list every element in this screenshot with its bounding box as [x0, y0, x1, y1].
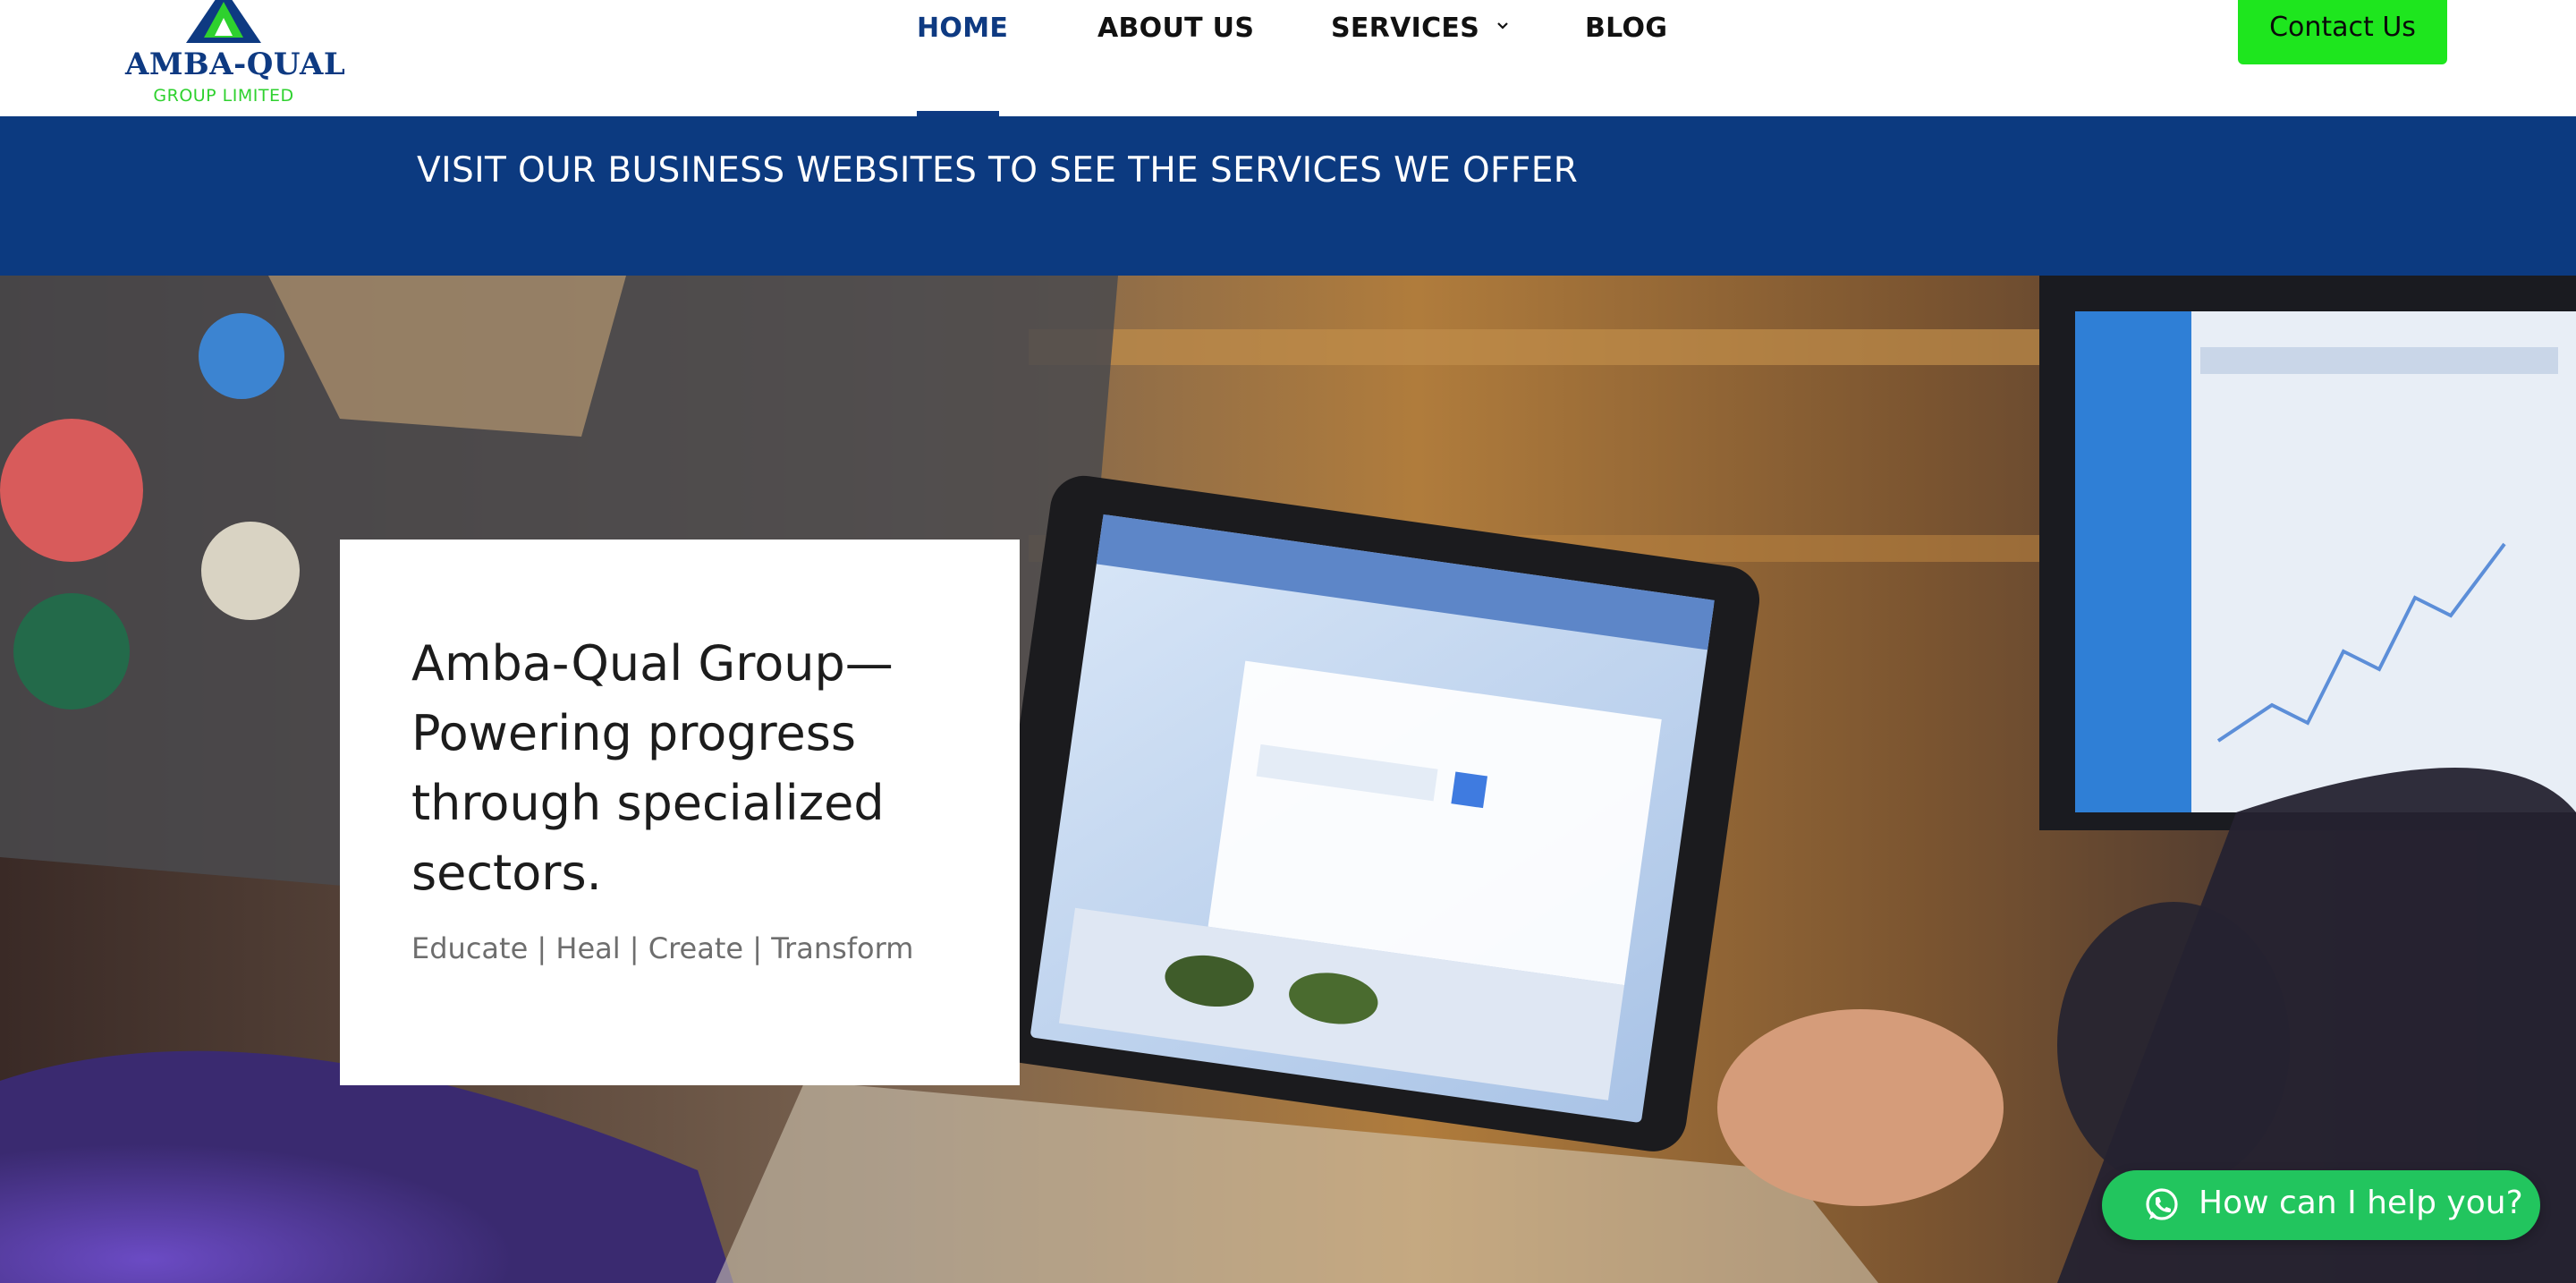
whatsapp-icon [2146, 1188, 2178, 1220]
chevron-down-icon [1497, 22, 1508, 30]
whatsapp-chat-button[interactable]: How can I help you? [2102, 1170, 2540, 1240]
nav-item-about-us[interactable]: ABOUT US [1097, 9, 1254, 48]
nav-item-home[interactable]: HOME [917, 9, 1008, 48]
active-nav-indicator [917, 111, 999, 116]
banner-text: VISIT OUR BUSINESS WEBSITES TO SEE THE S… [417, 150, 1579, 191]
hero-section: Amba-Qual Group—Powering progress throug… [0, 276, 2576, 1283]
announcement-banner: VISIT OUR BUSINESS WEBSITES TO SEE THE S… [0, 116, 2576, 276]
site-logo[interactable]: AMBA-QUAL GROUP LIMITED [125, 0, 346, 109]
contact-us-button[interactable]: Contact Us [2238, 0, 2447, 64]
hero-card: Amba-Qual Group—Powering progress throug… [340, 540, 1020, 1085]
whatsapp-chat-label: How can I help you? [2199, 1185, 2523, 1221]
logo-mark-icon [186, 0, 261, 43]
logo-wordmark: AMBA-QUAL [125, 47, 346, 82]
nav-item-services-label: SERVICES [1331, 13, 1480, 44]
hero-tagline: Educate | Heal | Create | Transform [411, 931, 914, 965]
logo-subtitle: GROUP LIMITED [153, 86, 294, 106]
nav-item-services[interactable]: SERVICES [1331, 9, 1510, 48]
hero-title: Amba-Qual Group—Powering progress throug… [411, 635, 894, 901]
nav-item-blog[interactable]: BLOG [1585, 9, 1667, 48]
site-header: AMBA-QUAL GROUP LIMITED HOME ABOUT US SE… [0, 0, 2576, 116]
